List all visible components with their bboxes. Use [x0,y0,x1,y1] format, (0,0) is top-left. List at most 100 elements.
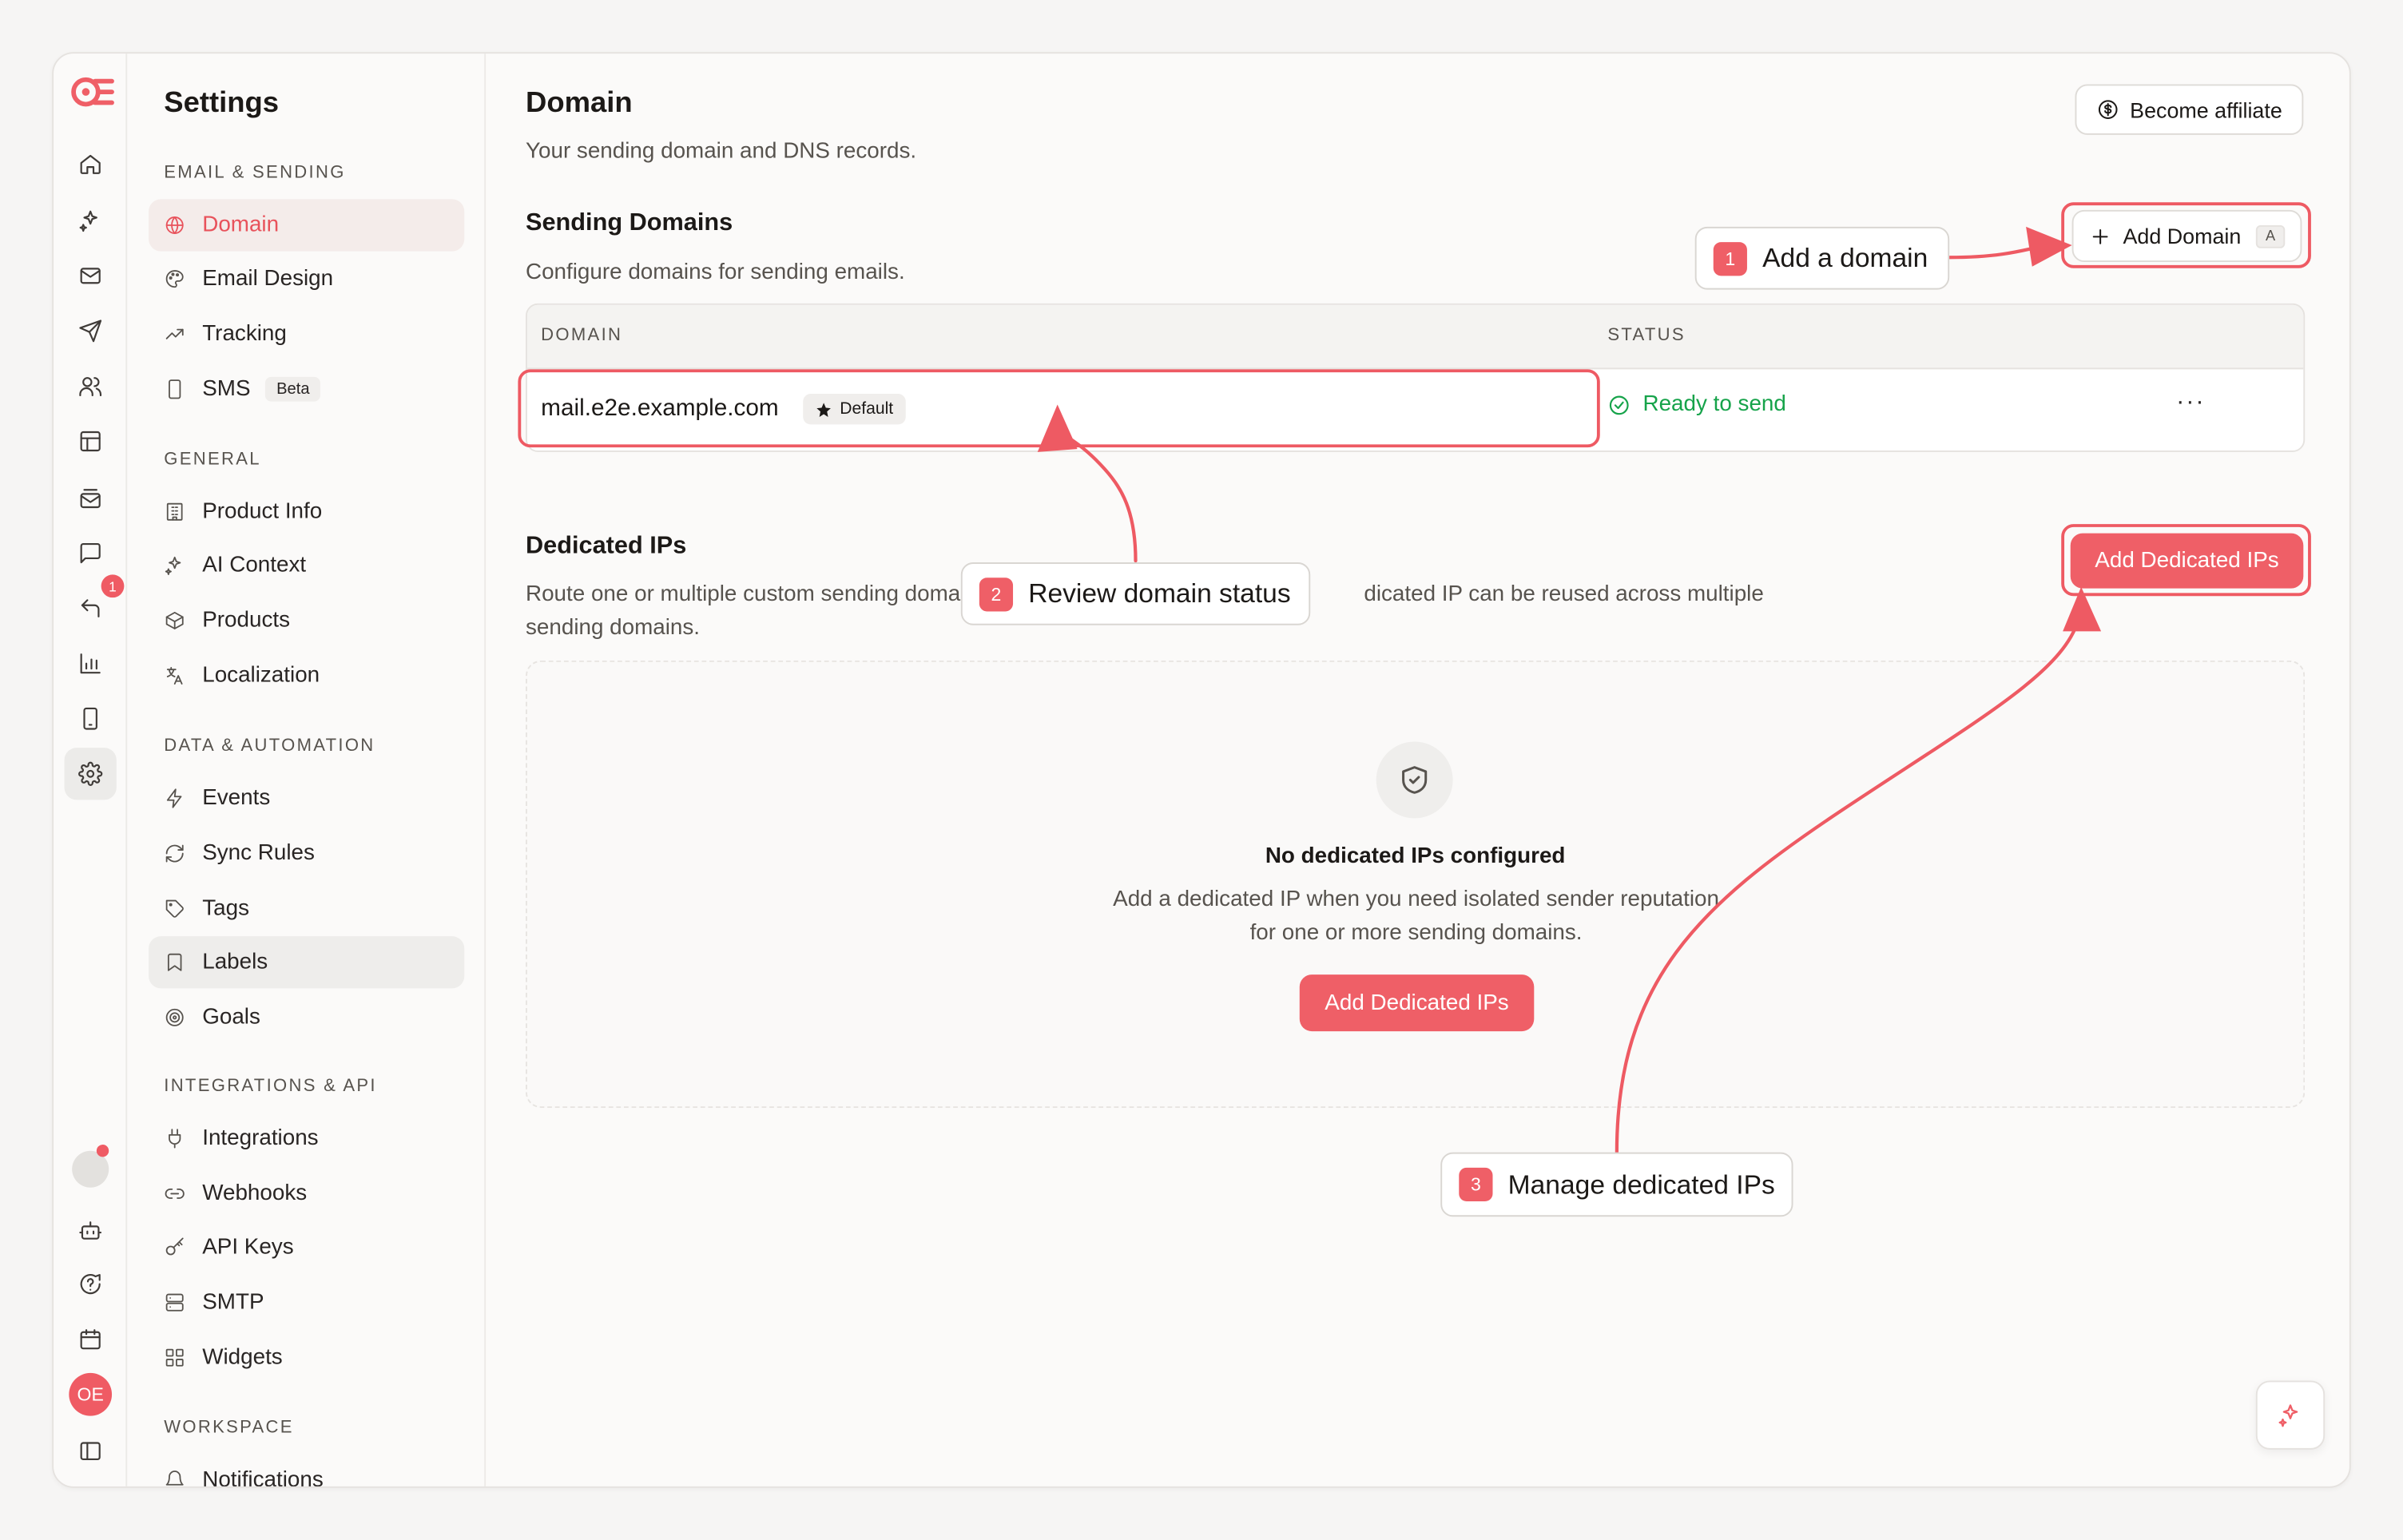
sidebar-item-label: AI Context [202,553,307,578]
dedicated-ips-title: Dedicated IPs [526,533,687,560]
sparkles-icon[interactable] [65,195,117,247]
grid-icon [165,1348,184,1367]
annotation-number: 2 [979,577,1014,611]
sidebar-item-localization[interactable]: Localization [149,649,464,701]
mail-icon[interactable] [65,250,117,302]
status-dot [96,1145,109,1157]
home-icon[interactable] [65,138,117,190]
sidebar-item-label: Products [202,608,291,633]
sidebar-item-goals[interactable]: Goals [149,991,464,1043]
annotation-add-domain: 1 Add a domain [1694,226,1950,290]
sidebar-item-smtp[interactable]: SMTP [149,1276,464,1328]
sidebar-item-sms[interactable]: SMS Beta [149,363,464,415]
users-icon[interactable] [65,360,117,412]
app-window: 1 OE Settings EMAIL & SENDING Domain Ema… [52,52,2351,1488]
sidebar-item-label: Domain [202,212,280,238]
sending-domains-title: Sending Domains [526,209,733,236]
reply-badge: 1 [101,574,125,598]
sidebar-item-notifications[interactable]: Notifications [149,1455,464,1486]
calendar-icon[interactable] [65,1313,117,1365]
dedicated-ips-subtitle-a: Route one or multiple custom sending dom… [526,581,961,607]
annotation-number: 3 [1459,1167,1493,1202]
sidebar-item-label: SMTP [202,1290,264,1315]
page-subtitle: Your sending domain and DNS records. [526,139,917,165]
section-general: GENERAL [164,450,261,470]
dedicated-ips-subtitle-c: sending domains. [526,616,701,641]
sending-domains-subtitle: Configure domains for sending emails. [526,260,905,285]
section-workspace: WORKSPACE [164,1419,294,1438]
sidebar-item-product-info[interactable]: Product Info [149,486,464,538]
row-menu-icon[interactable]: ··· [2176,389,2205,417]
column-status: STATUS [1607,326,1686,345]
become-affiliate-button[interactable]: Become affiliate [2075,84,2304,135]
tag-icon [165,899,184,918]
sidebar-item-domain[interactable]: Domain [149,199,465,252]
section-integrations-api: INTEGRATIONS & API [164,1077,377,1096]
highlight-domain-row [518,369,1600,448]
empty-add-dedicated-ips-button[interactable]: Add Dedicated IPs [1299,974,1535,1032]
section-data-automation: DATA & AUTOMATION [164,736,375,756]
smartphone-icon[interactable] [65,693,117,744]
sidebar-item-tracking[interactable]: Tracking [149,308,464,360]
section-email-sending: EMAIL & SENDING [164,164,346,183]
ai-assistant-button[interactable] [2255,1380,2326,1450]
sidebar-item-label: API Keys [202,1235,294,1260]
dollar-circle-icon [2098,100,2118,119]
check-circle-icon [1609,395,1629,415]
sidebar-toggle-icon[interactable] [65,1425,117,1477]
app-logo-icon[interactable] [69,72,115,112]
package-icon [165,611,184,629]
phone-icon [169,379,181,399]
sidebar-item-labels[interactable]: Labels [149,936,465,989]
sidebar-item-label: Goals [202,1005,260,1030]
sidebar-item-label: Sync Rules [202,841,315,866]
message-icon[interactable] [65,527,117,579]
trending-icon [165,328,184,339]
help-icon[interactable] [65,1258,117,1310]
status-badge: Ready to send [1607,392,1786,417]
sidebar-item-sync-rules[interactable]: Sync Rules [149,828,464,879]
empty-state-text: Add a dedicated IP when you need isolate… [1113,887,1719,946]
sidebar-item-ai-context[interactable]: AI Context [149,539,464,591]
globe-icon [165,216,184,234]
sidebar-item-label: Tags [202,896,250,921]
sidebar-item-label: Webhooks [202,1181,308,1206]
sidebar-item-tags[interactable]: Tags [149,883,464,935]
user-avatar[interactable]: OE [69,1372,113,1416]
icon-rail: 1 OE [54,54,128,1486]
sidebar-item-email-design[interactable]: Email Design [149,253,464,305]
layout-icon[interactable] [65,415,117,467]
building-icon [166,502,183,521]
settings-icon[interactable] [64,748,117,800]
server-icon [165,1293,184,1312]
annotation-label: Manage dedicated IPs [1507,1168,1775,1200]
sidebar-item-label: Product Info [202,499,323,525]
zap-icon [166,788,182,808]
sidebar-item-label: Localization [202,663,320,689]
sidebar-item-integrations[interactable]: Integrations [149,1113,464,1165]
sidebar-item-label: Tracking [202,321,287,347]
become-affiliate-label: Become affiliate [2130,97,2282,122]
settings-title: Settings [164,87,280,120]
sidebar-item-webhooks[interactable]: Webhooks [149,1168,464,1220]
beta-badge: Beta [265,376,320,402]
annotation-number: 1 [1713,241,1747,276]
annotation-review-status: 2 Review domain status [960,562,1311,625]
bot-icon[interactable] [65,1205,117,1256]
sidebar-item-label: Email Design [202,266,334,292]
empty-state-icon-wrap [1376,741,1453,819]
sidebar-item-label: Integrations [202,1126,319,1151]
bar-chart-icon[interactable] [65,637,117,689]
sidebar-item-events[interactable]: Events [149,772,464,824]
mail-stack-icon[interactable] [65,472,117,524]
sidebar-item-widgets[interactable]: Widgets [149,1332,464,1383]
annotation-label: Add a domain [1762,242,1928,273]
sidebar-item-api-keys[interactable]: API Keys [149,1221,464,1273]
sidebar-item-label: SMS [202,376,251,402]
bell-icon [165,1471,184,1486]
dedicated-ips-empty-state: No dedicated IPs configured Add a dedica… [526,660,2306,1109]
shield-check-icon [1402,766,1428,794]
sidebar-item-products[interactable]: Products [149,594,464,646]
main-content: Domain Your sending domain and DNS recor… [487,54,2349,1486]
send-icon[interactable] [65,305,117,357]
